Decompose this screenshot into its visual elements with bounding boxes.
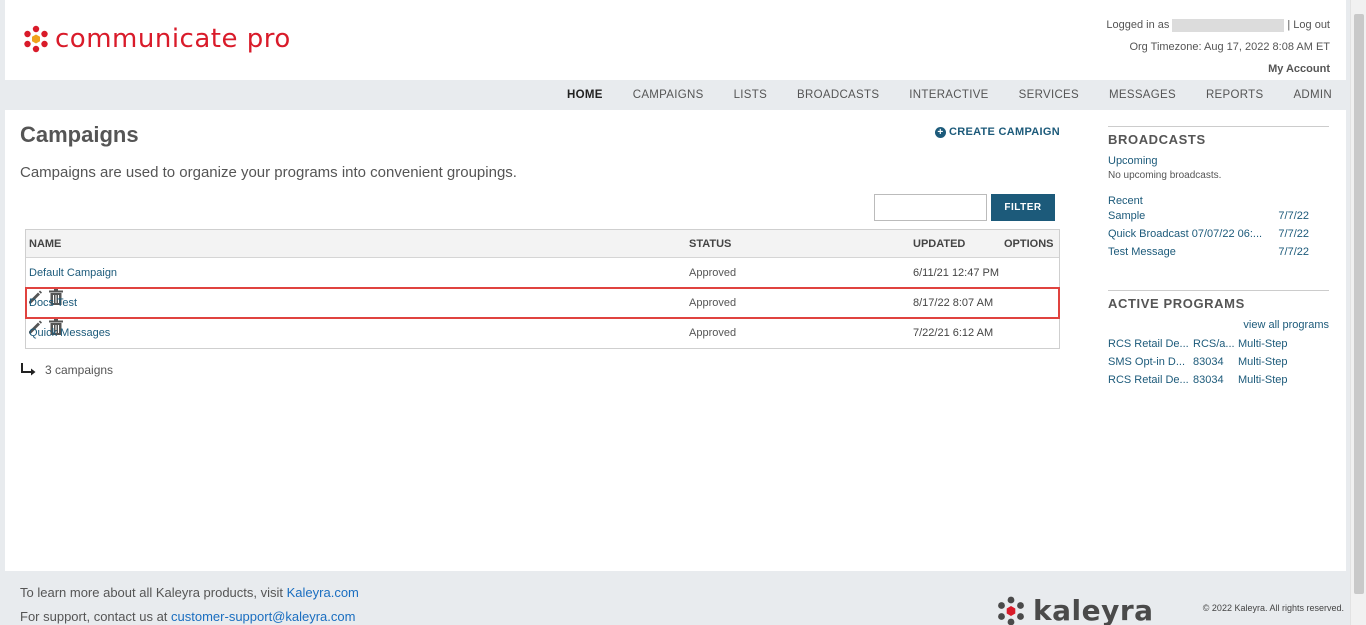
recent-link[interactable]: Recent bbox=[1108, 195, 1329, 207]
program-name: RCS Retail De... bbox=[1108, 374, 1189, 386]
scrollbar-thumb[interactable] bbox=[1354, 14, 1364, 594]
campaign-updated: 6/11/21 12:47 PM bbox=[913, 267, 1000, 279]
campaign-name-link[interactable]: Docs Test bbox=[29, 297, 77, 309]
table-header: NAME STATUS UPDATED OPTIONS bbox=[26, 230, 1059, 258]
broadcast-item[interactable]: Quick Broadcast 07/07/22 06:... 7/7/22 bbox=[1108, 225, 1329, 243]
logout-link[interactable]: | Log out bbox=[1287, 19, 1330, 31]
table-row: Default Campaign Approved 6/11/21 12:47 … bbox=[26, 258, 1059, 288]
org-timezone: Org Timezone: Aug 17, 2022 8:08 AM ET bbox=[1129, 41, 1330, 53]
campaign-status: Approved bbox=[689, 267, 737, 279]
campaign-status: Approved bbox=[689, 297, 737, 309]
table-row-highlighted: Docs Test Approved 8/17/22 8:07 AM bbox=[25, 287, 1060, 319]
support-text: For support, contact us at bbox=[20, 609, 172, 624]
program-name: SMS Opt-in D... bbox=[1108, 356, 1186, 368]
broadcast-date: 7/7/22 bbox=[1278, 246, 1309, 258]
kaleyra-wordmark: kaleyra bbox=[1033, 594, 1154, 625]
campaign-updated: 7/22/21 6:12 AM bbox=[913, 327, 994, 339]
footer-text: To learn more about all Kaleyra products… bbox=[20, 581, 359, 625]
program-item[interactable]: RCS Retail De... RCS/a... Multi-Step bbox=[1108, 335, 1329, 353]
broadcast-name: Test Message bbox=[1108, 246, 1176, 258]
sidebar: BROADCASTS Upcoming No upcoming broadcas… bbox=[1108, 126, 1329, 389]
learn-more-text: To learn more about all Kaleyra products… bbox=[20, 585, 287, 600]
main-nav: HOME CAMPAIGNS LISTS BROADCASTS INTERACT… bbox=[5, 80, 1346, 110]
nav-interactive[interactable]: INTERACTIVE bbox=[909, 89, 988, 101]
filter-input[interactable] bbox=[874, 194, 987, 221]
program-type: Multi-Step bbox=[1238, 338, 1288, 350]
logo-text: communicate pro bbox=[55, 24, 291, 54]
no-upcoming-note: No upcoming broadcasts. bbox=[1108, 170, 1222, 181]
campaign-count: 3 campaigns bbox=[20, 362, 113, 378]
nav-reports[interactable]: REPORTS bbox=[1206, 89, 1263, 101]
program-code: 83034 bbox=[1193, 374, 1224, 386]
col-status-header[interactable]: STATUS bbox=[689, 238, 731, 250]
campaign-name-link[interactable]: Quick Messages bbox=[29, 327, 110, 339]
account-info: Logged in as | Log out Org Timezone: Aug … bbox=[1106, 14, 1330, 80]
page-description: Campaigns are used to organize your prog… bbox=[20, 164, 517, 181]
nav-broadcasts[interactable]: BROADCASTS bbox=[797, 89, 879, 101]
support-email-link[interactable]: customer-support@kaleyra.com bbox=[171, 609, 355, 624]
logged-in-label: Logged in as bbox=[1106, 19, 1170, 31]
col-name-header[interactable]: NAME bbox=[29, 238, 61, 250]
broadcast-date: 7/7/22 bbox=[1278, 228, 1309, 240]
nav-services[interactable]: SERVICES bbox=[1019, 89, 1079, 101]
campaign-name-link[interactable]: Default Campaign bbox=[29, 267, 117, 279]
copyright: © 2022 Kaleyra. All rights reserved. bbox=[1202, 603, 1344, 613]
col-options-header: OPTIONS bbox=[1004, 238, 1054, 250]
program-type: Multi-Step bbox=[1238, 356, 1288, 368]
kaleyra-flower-icon bbox=[998, 596, 1024, 625]
program-item[interactable]: RCS Retail De... 83034 Multi-Step bbox=[1108, 371, 1329, 389]
broadcast-item[interactable]: Sample 7/7/22 bbox=[1108, 207, 1329, 225]
broadcast-date: 7/7/22 bbox=[1278, 210, 1309, 222]
nav-admin[interactable]: ADMIN bbox=[1293, 89, 1332, 101]
broadcast-name: Quick Broadcast 07/07/22 06:... bbox=[1108, 228, 1263, 240]
program-name: RCS Retail De... bbox=[1108, 338, 1189, 350]
active-programs-section: ACTIVE PROGRAMS view all programs RCS Re… bbox=[1108, 290, 1329, 389]
page-frame: communicate pro Logged in as | Log out Or… bbox=[5, 0, 1346, 571]
col-updated-header[interactable]: UPDATED bbox=[913, 238, 965, 250]
return-arrow-icon bbox=[21, 363, 36, 376]
my-account-link[interactable]: My Account bbox=[1268, 63, 1330, 75]
kaleyra-logo: kaleyra bbox=[995, 594, 1154, 625]
broadcast-name: Sample bbox=[1108, 210, 1146, 222]
active-programs-heading: ACTIVE PROGRAMS bbox=[1108, 296, 1245, 311]
filter-button[interactable]: FILTER bbox=[991, 194, 1055, 221]
program-item[interactable]: SMS Opt-in D... 83034 Multi-Step bbox=[1108, 353, 1329, 371]
communicate-pro-logo[interactable]: communicate pro bbox=[21, 24, 291, 54]
nav-campaigns[interactable]: CAMPAIGNS bbox=[633, 89, 704, 101]
vertical-scrollbar[interactable] bbox=[1350, 0, 1366, 625]
upcoming-link[interactable]: Upcoming bbox=[1108, 155, 1329, 167]
broadcast-item[interactable]: Test Message 7/7/22 bbox=[1108, 243, 1329, 261]
broadcasts-section: BROADCASTS Upcoming No upcoming broadcas… bbox=[1108, 126, 1329, 261]
plus-circle-icon: + bbox=[934, 126, 946, 138]
nav-home[interactable]: HOME bbox=[567, 89, 603, 101]
campaign-updated: 8/17/22 8:07 AM bbox=[913, 297, 994, 309]
create-campaign-label: CREATE CAMPAIGN bbox=[948, 126, 1060, 138]
flower-logo-icon bbox=[24, 25, 48, 53]
broadcasts-heading: BROADCASTS bbox=[1108, 132, 1206, 147]
nav-lists[interactable]: LISTS bbox=[734, 89, 767, 101]
view-all-programs-link[interactable]: view all programs bbox=[1108, 319, 1329, 331]
campaigns-table: NAME STATUS UPDATED OPTIONS Default Camp… bbox=[25, 229, 1060, 349]
table-row: Quick Messages Approved 7/22/21 6:12 AM bbox=[26, 318, 1059, 348]
program-code: 83034 bbox=[1193, 356, 1224, 368]
program-type: Multi-Step bbox=[1238, 374, 1288, 386]
nav-messages[interactable]: MESSAGES bbox=[1109, 89, 1176, 101]
campaign-count-label: 3 campaigns bbox=[45, 363, 114, 377]
program-code: RCS/a... bbox=[1193, 338, 1235, 350]
create-campaign-button[interactable]: + CREATE CAMPAIGN bbox=[934, 126, 1060, 138]
page-title: Campaigns bbox=[20, 122, 139, 147]
kaleyra-site-link[interactable]: Kaleyra.com bbox=[287, 585, 359, 600]
redacted-username bbox=[1172, 18, 1285, 32]
campaign-status: Approved bbox=[689, 327, 737, 339]
